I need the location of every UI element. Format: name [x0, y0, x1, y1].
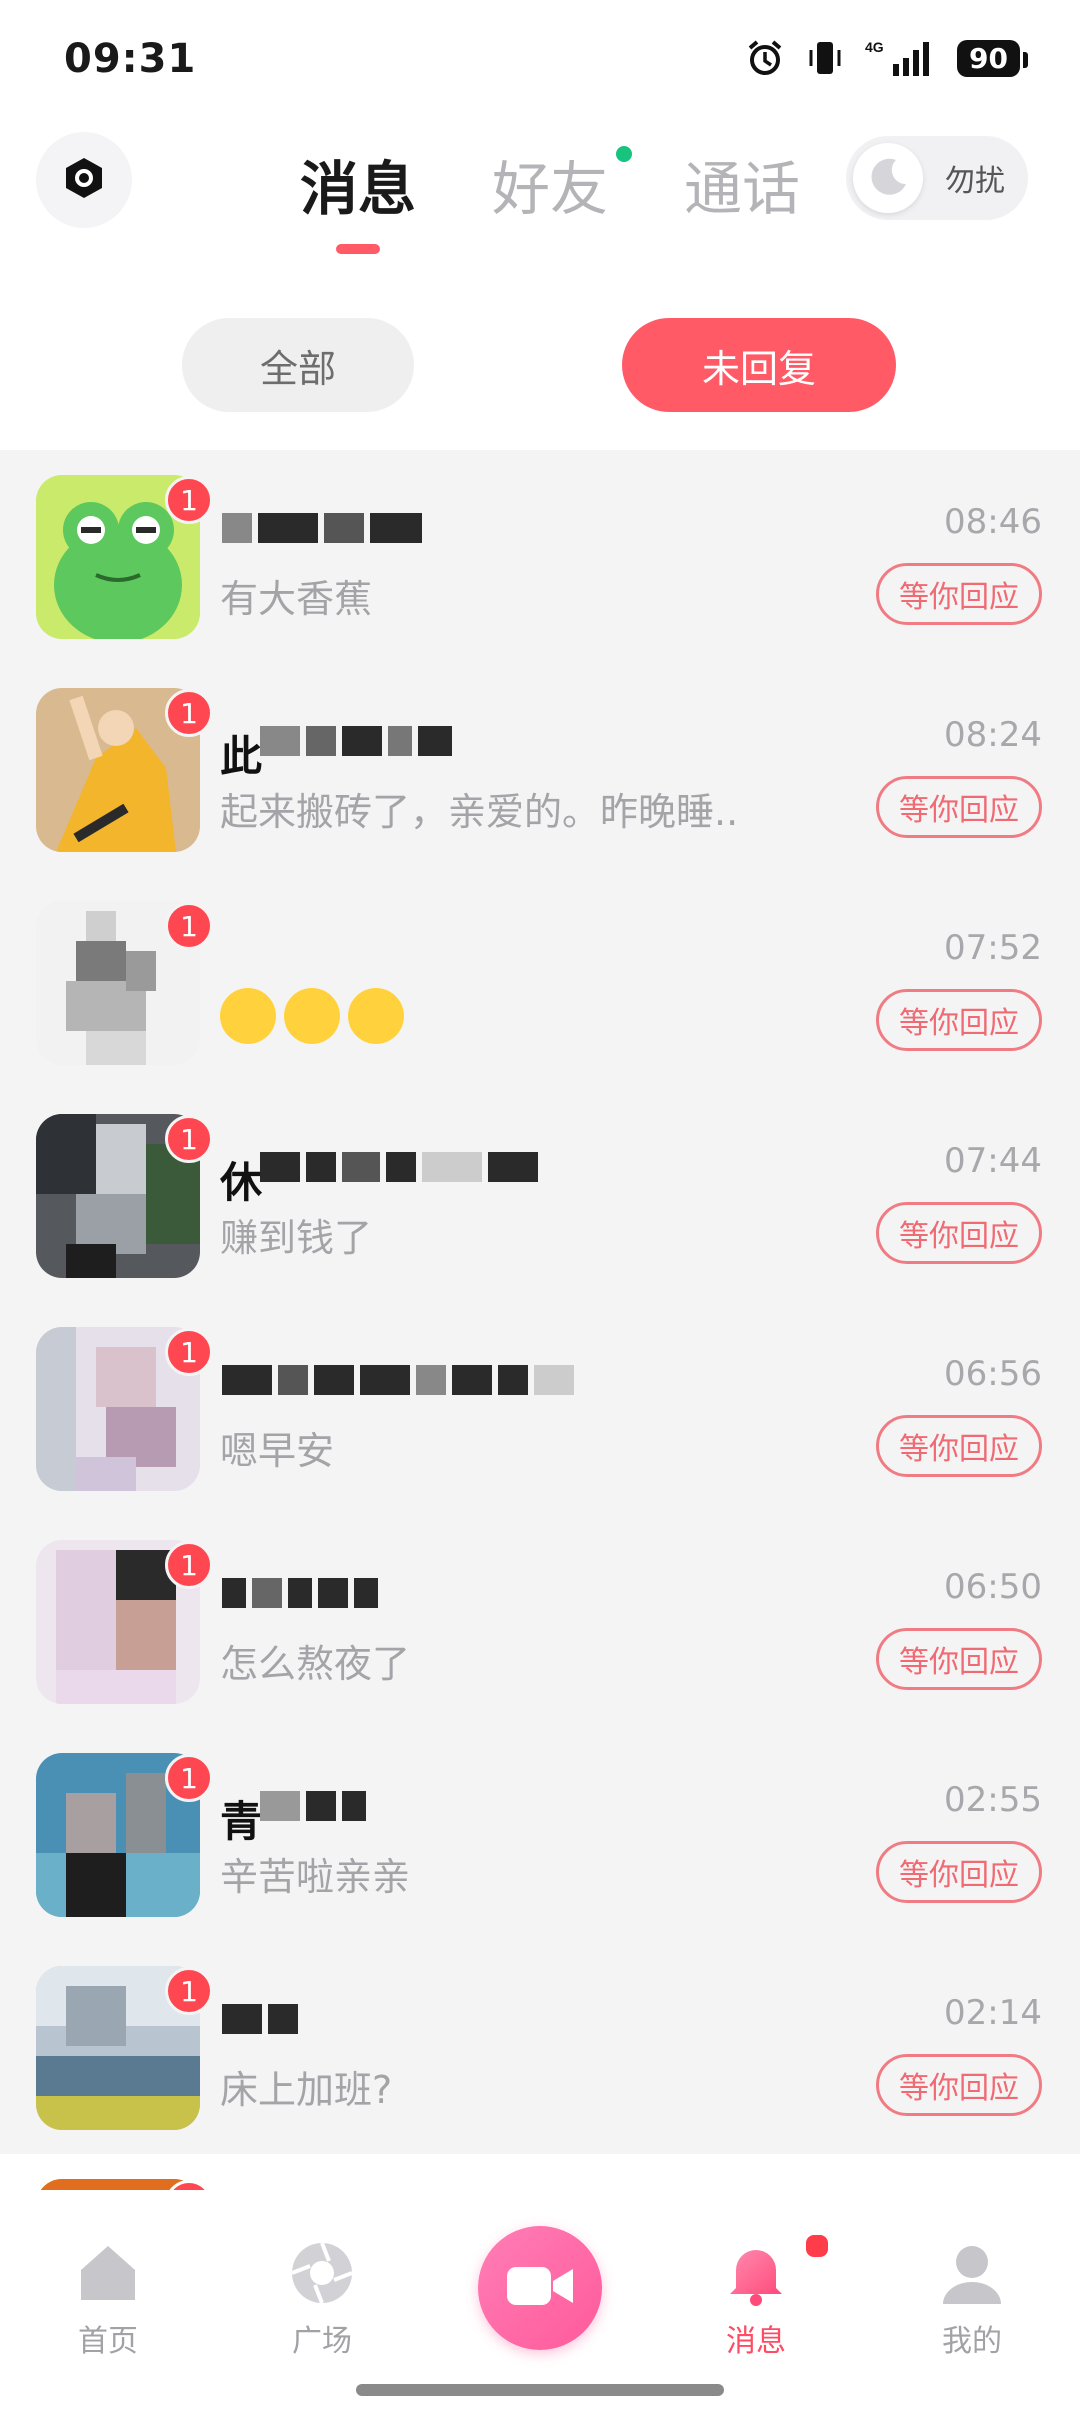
tab-messages-label: 消息	[300, 155, 417, 223]
video-call-button[interactable]	[478, 2226, 602, 2350]
video-camera-icon	[505, 2261, 575, 2315]
nav-profile[interactable]: 我的	[902, 2238, 1042, 2360]
unread-badge: 1	[165, 1754, 213, 1802]
conversation-list[interactable]: 1 有大香蕉 08:46 等你回应 1 此 起来搬砖了，亲爱的。昨晚睡.. 08…	[0, 450, 1080, 2230]
message-preview: 床上加班?	[220, 2068, 393, 2112]
tab-messages[interactable]: 消息	[300, 142, 417, 254]
message-time: 06:50	[944, 1567, 1042, 1607]
home-indicator[interactable]	[356, 2384, 724, 2396]
awaiting-reply-button[interactable]: 等你回应	[876, 1415, 1042, 1477]
alarm-icon	[745, 38, 785, 78]
unread-badge: 1	[165, 1328, 213, 1376]
nav-home[interactable]: 首页	[38, 2238, 178, 2360]
tab-friends-label: 好友	[492, 155, 609, 223]
do-not-disturb-toggle[interactable]: 勿扰	[846, 136, 1028, 220]
unread-badge: 1	[165, 1115, 213, 1163]
filter-bar: 全部 未回复	[0, 318, 1080, 414]
settings-button[interactable]	[36, 132, 132, 228]
pixelated-name	[260, 1149, 538, 1185]
hexagon-settings-icon	[64, 156, 104, 204]
unread-badge: 1	[165, 476, 213, 524]
awaiting-reply-button[interactable]: 等你回应	[876, 2054, 1042, 2116]
moon-icon	[866, 154, 910, 202]
home-icon	[73, 2238, 143, 2308]
signal-icon: 4G	[865, 38, 935, 78]
messages-unread-dot	[803, 2232, 831, 2260]
message-preview: 嗯早安	[220, 1429, 335, 1473]
status-time: 09:31	[64, 36, 197, 82]
message-time: 02:14	[944, 1993, 1042, 2033]
message-time: 08:46	[944, 502, 1042, 542]
unread-badge: 1	[165, 689, 213, 737]
message-preview: 赚到钱了	[220, 1216, 373, 1260]
dnd-knob	[853, 143, 923, 213]
battery-indicator: 90	[957, 39, 1028, 77]
tab-friends[interactable]: 好友	[492, 142, 633, 226]
message-preview: 辛苦啦亲亲	[220, 1855, 411, 1899]
tab-calls[interactable]: 通话	[684, 142, 800, 226]
pixelated-name	[222, 1575, 378, 1611]
conversation-row[interactable]: 1 休 赚到钱了 07:44 等你回应	[0, 1089, 1080, 1302]
conversation-row[interactable]: 1 床上加班? 02:14 等你回应	[0, 1941, 1080, 2154]
vibrate-icon	[807, 38, 843, 78]
pixelated-name	[222, 510, 422, 546]
message-time: 02:55	[944, 1780, 1042, 1820]
nav-plaza-label: 广场	[292, 2324, 352, 2359]
nav-messages[interactable]: 消息	[686, 2232, 831, 2360]
message-time: 07:52	[944, 928, 1042, 968]
contact-name: 休	[220, 1158, 263, 1207]
message-time: 06:56	[944, 1354, 1042, 1394]
filter-unreplied-button[interactable]: 未回复	[622, 318, 896, 412]
new-friends-dot	[616, 146, 633, 162]
awaiting-reply-button[interactable]: 等你回应	[876, 1841, 1042, 1903]
dnd-label: 勿扰	[945, 164, 1005, 199]
conversation-row[interactable]: 1 青 辛苦啦亲亲 02:55 等你回应	[0, 1728, 1080, 1941]
smiling-emoji-icon	[348, 988, 404, 1044]
tab-calls-label: 通话	[684, 155, 801, 223]
unread-badge: 1	[165, 1541, 213, 1589]
nav-messages-label: 消息	[726, 2324, 786, 2359]
shocked-emoji-icon	[220, 988, 276, 1044]
status-bar: 09:31 4G 90	[0, 0, 1080, 120]
top-header: 消息 好友 通话 勿扰	[0, 120, 1080, 254]
contact-name: 此	[220, 732, 263, 781]
conversation-row[interactable]: 1 嗯早安 06:56 等你回应	[0, 1302, 1080, 1515]
message-preview: 怎么熬夜了	[220, 1642, 411, 1686]
message-preview: 起来搬砖了，亲爱的。昨晚睡..	[220, 790, 739, 834]
message-time: 07:44	[944, 1141, 1042, 1181]
svg-text:4G: 4G	[865, 39, 884, 55]
pixelated-name	[222, 2001, 298, 2037]
awaiting-reply-button[interactable]: 等你回应	[876, 989, 1042, 1051]
unread-badge: 1	[165, 1967, 213, 2015]
conversation-row[interactable]: 1 07:52 等你回应	[0, 876, 1080, 1089]
pixelated-name	[222, 1362, 574, 1398]
pixelated-name	[260, 723, 452, 759]
awaiting-reply-button[interactable]: 等你回应	[876, 1202, 1042, 1264]
top-tabs: 消息 好友 通话	[300, 142, 800, 254]
nav-home-label: 首页	[78, 2324, 138, 2359]
nav-plaza[interactable]: 广场	[252, 2238, 392, 2360]
user-icon	[937, 2238, 1007, 2308]
bell-icon	[721, 2232, 831, 2308]
awaiting-reply-button[interactable]: 等你回应	[876, 563, 1042, 625]
pixelated-name	[260, 1788, 366, 1824]
message-time: 08:24	[944, 715, 1042, 755]
awaiting-reply-button[interactable]: 等你回应	[876, 776, 1042, 838]
message-preview	[220, 988, 412, 1044]
aperture-icon	[287, 2238, 357, 2308]
unread-badge: 1	[165, 902, 213, 950]
conversation-row[interactable]: 1 有大香蕉 08:46 等你回应	[0, 450, 1080, 663]
status-icons: 4G 90	[745, 38, 1028, 78]
contact-name: 青	[220, 1797, 263, 1846]
bottom-navigation: 首页 广场 消息 我的	[0, 2190, 1080, 2414]
conversation-row[interactable]: 1 怎么熬夜了 06:50 等你回应	[0, 1515, 1080, 1728]
message-preview: 有大香蕉	[220, 577, 373, 621]
nav-profile-label: 我的	[942, 2324, 1002, 2359]
active-tab-indicator	[336, 244, 380, 254]
conversation-row[interactable]: 1 此 起来搬砖了，亲爱的。昨晚睡.. 08:24 等你回应	[0, 663, 1080, 876]
awaiting-reply-button[interactable]: 等你回应	[876, 1628, 1042, 1690]
filter-all-button[interactable]: 全部	[182, 318, 414, 412]
smiling-emoji-icon	[284, 988, 340, 1044]
